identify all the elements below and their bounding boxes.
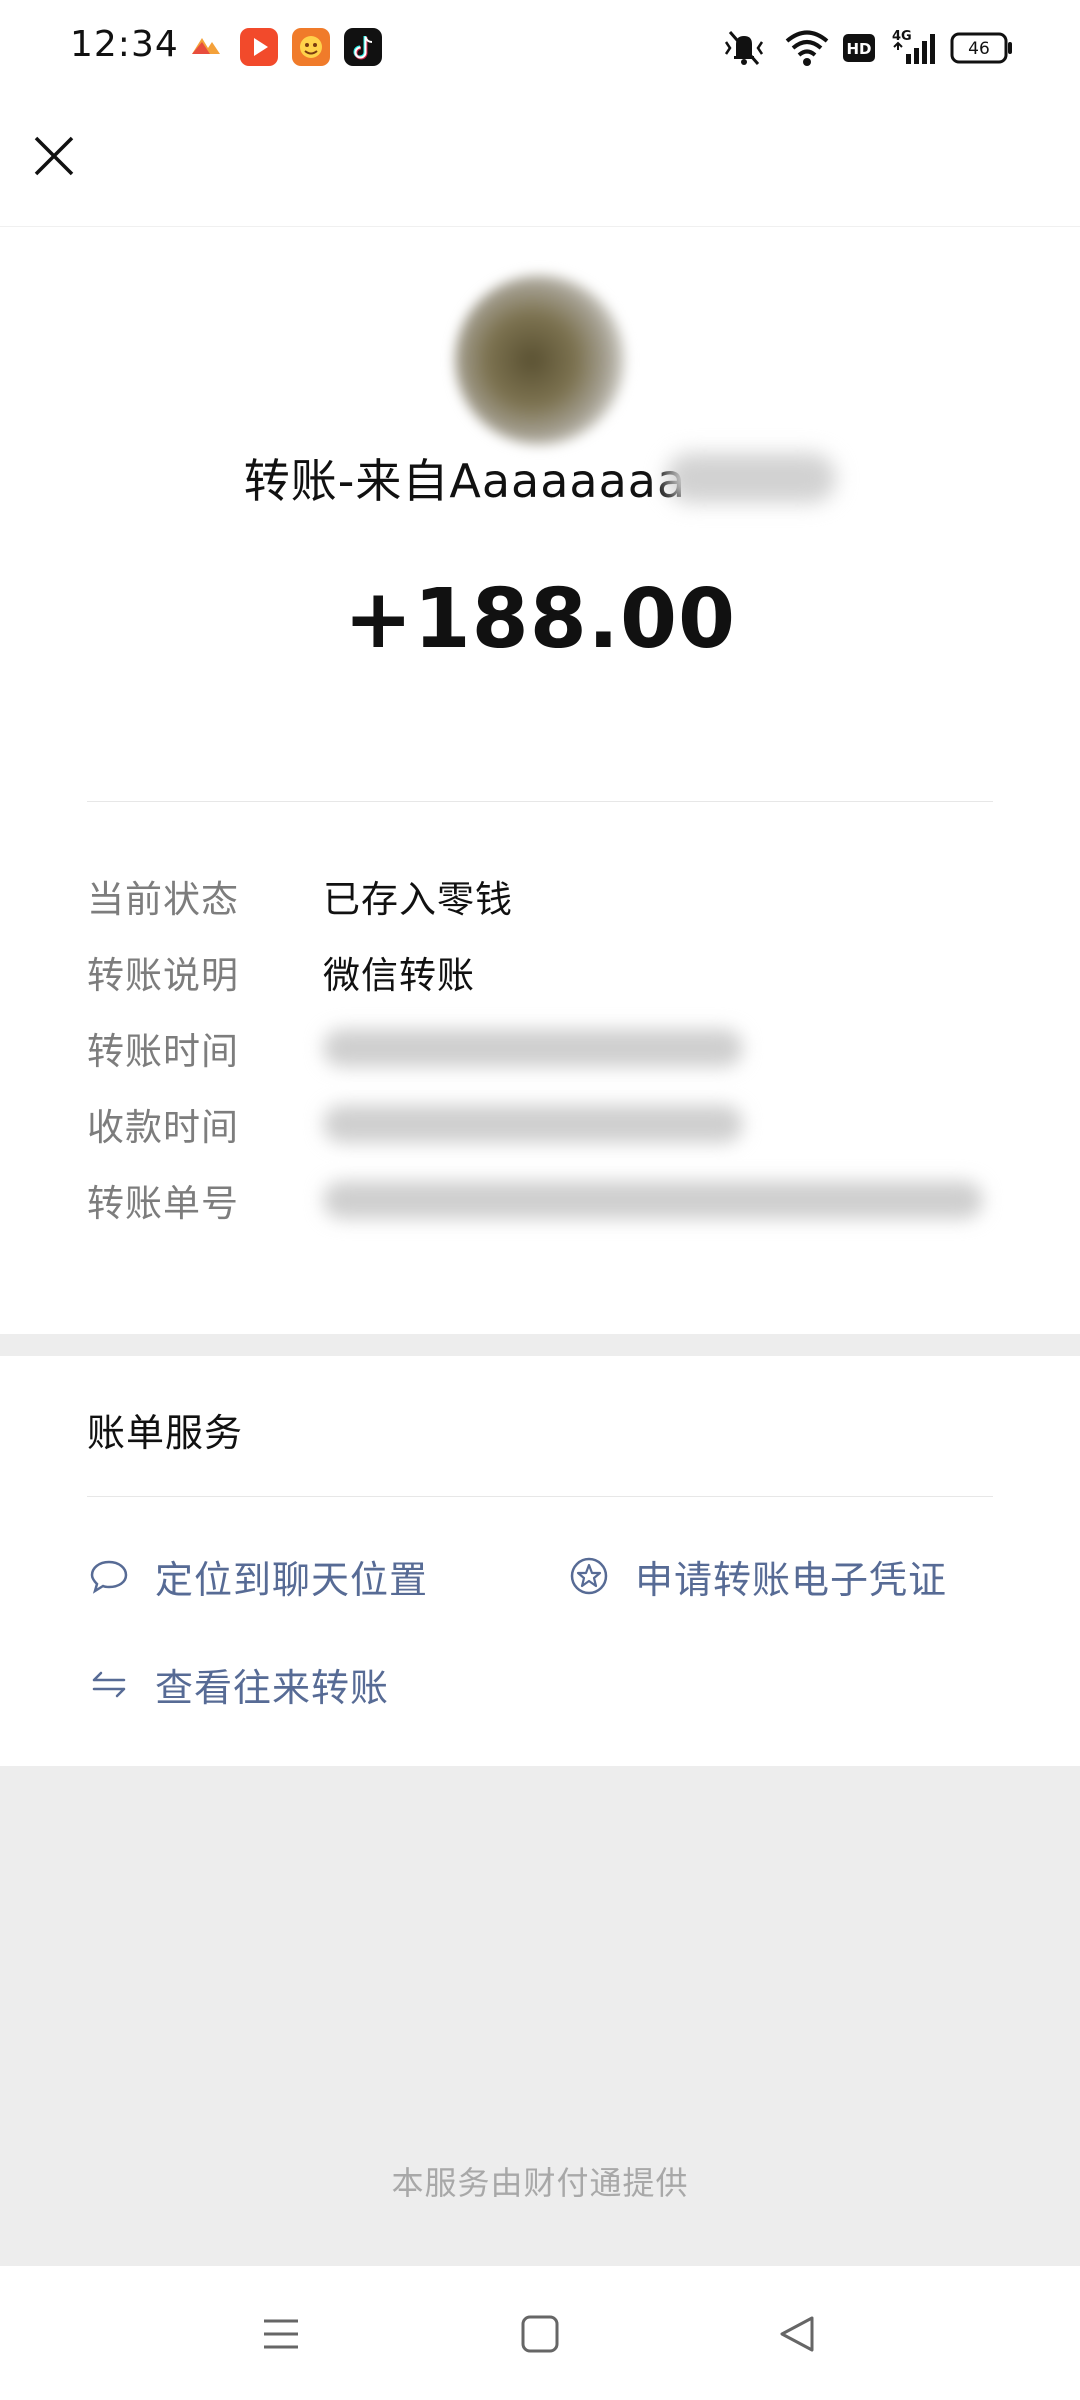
close-icon — [34, 136, 74, 176]
detail-row-description: 转账说明 微信转账 — [87, 945, 1007, 1005]
provider-footer: 本服务由财付通提供 — [391, 2164, 689, 2202]
detail-label: 收款时间 — [87, 1106, 239, 1149]
wifi-icon — [784, 26, 830, 70]
service-link-label: 查看往来转账 — [155, 1665, 390, 1710]
transfer-amount: +188.00 — [343, 572, 737, 667]
photos-app-icon — [186, 28, 224, 66]
detail-label: 转账说明 — [87, 954, 239, 997]
game-app-icon — [292, 28, 330, 66]
transfer-arrows-icon — [87, 1662, 131, 1706]
status-bar: 12:34 HD 4G 46 — [0, 0, 1080, 96]
services-title: 账单服务 — [87, 1411, 244, 1455]
detail-row-transfer-number: 转账单号 — [87, 1173, 1007, 1233]
request-voucher-link[interactable]: 申请转账电子凭证 — [567, 1546, 947, 1606]
sender-title-row: 转账-来自Aaaaaaaa — [0, 445, 1080, 515]
chat-bubble-icon — [87, 1554, 131, 1598]
detail-row-transfer-time: 转账时间 — [87, 1021, 1007, 1081]
back-triangle-icon — [780, 2316, 814, 2352]
detail-row-receive-time: 收款时间 — [87, 1097, 1007, 1157]
menu-button[interactable] — [246, 2299, 316, 2369]
service-link-label: 定位到聊天位置 — [155, 1557, 429, 1602]
svg-text:4G: 4G — [892, 29, 912, 44]
back-button[interactable] — [762, 2299, 832, 2369]
avatar — [455, 275, 625, 445]
transfer-detail-card: 转账-来自Aaaaaaaa +188.00 当前状态 已存入零钱 转账说明 微信… — [0, 226, 1080, 1334]
star-badge-icon — [567, 1554, 611, 1598]
divider — [87, 1496, 993, 1497]
redacted-value — [323, 1029, 743, 1067]
battery-icon: 46 — [950, 26, 1014, 70]
redacted-value — [323, 1181, 983, 1219]
top-bar — [0, 96, 1080, 226]
signal-icon: 4G — [890, 26, 936, 70]
hd-icon: HD — [842, 26, 876, 70]
menu-icon — [264, 2319, 298, 2349]
vibrate-mute-icon — [720, 26, 768, 70]
detail-label: 转账单号 — [87, 1182, 239, 1225]
detail-row-status: 当前状态 已存入零钱 — [87, 869, 1007, 929]
tiktok-app-icon — [344, 28, 382, 66]
svg-text:HD: HD — [846, 40, 871, 58]
detail-value: 已存入零钱 — [323, 878, 513, 921]
video-app-icon — [240, 28, 278, 66]
system-nav-bar — [0, 2266, 1080, 2400]
home-square-icon — [521, 2315, 559, 2353]
redacted-value — [323, 1105, 743, 1143]
view-transfers-link[interactable]: 查看往来转账 — [87, 1654, 389, 1714]
detail-value: 微信转账 — [323, 954, 475, 997]
battery-level: 46 — [968, 39, 990, 59]
service-link-label: 申请转账电子凭证 — [635, 1557, 948, 1602]
sender-title: 转账-来自Aaaaaaaa — [243, 454, 687, 508]
home-button[interactable] — [505, 2299, 575, 2369]
detail-label: 转账时间 — [87, 1030, 239, 1073]
bill-services-card: 账单服务 定位到聊天位置 申请转账电子凭证 查看往来转账 — [0, 1356, 1080, 1766]
divider — [87, 801, 993, 802]
close-button[interactable] — [24, 126, 84, 186]
locate-chat-link[interactable]: 定位到聊天位置 — [87, 1546, 428, 1606]
status-time: 12:34 — [70, 24, 179, 65]
sender-name-redacted — [666, 453, 837, 503]
detail-label: 当前状态 — [87, 878, 239, 921]
